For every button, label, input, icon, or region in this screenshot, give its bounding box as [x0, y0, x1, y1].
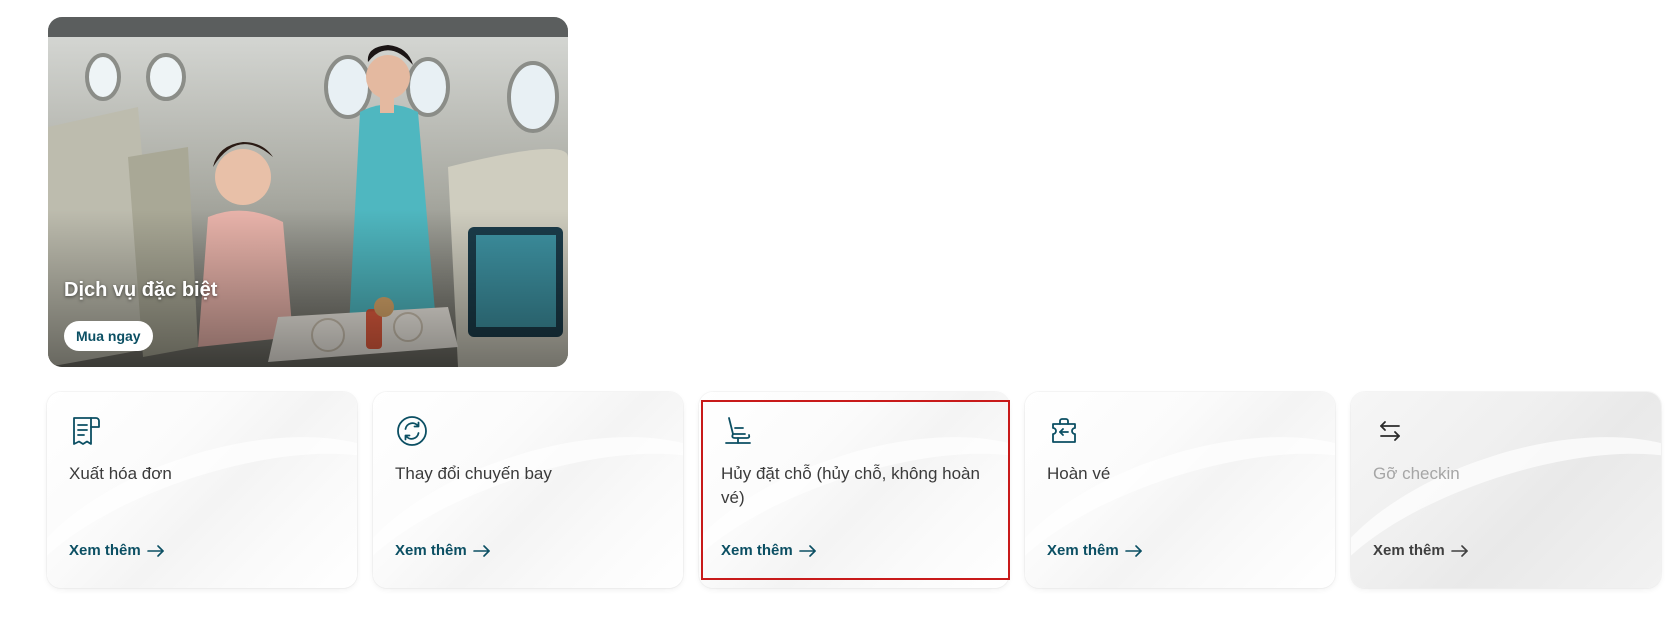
ticket-refund-icon — [1047, 414, 1081, 448]
arrow-right-icon — [1124, 544, 1142, 557]
page: Dịch vụ đặc biệt Mua ngay Xuất hóa đơn X… — [0, 0, 1679, 626]
see-more-link[interactable]: Xem thêm — [1047, 542, 1143, 559]
see-more-link[interactable]: Xem thêm — [721, 542, 817, 559]
see-more-label: Xem thêm — [69, 542, 141, 559]
arrow-right-icon — [798, 544, 816, 557]
swap-arrows-icon — [1373, 414, 1407, 448]
card-title: Xuất hóa đơn — [69, 464, 172, 483]
card-change-flight[interactable]: Thay đổi chuyến bay Xem thêm — [373, 392, 683, 588]
see-more-label: Xem thêm — [1373, 542, 1445, 559]
refresh-icon — [395, 414, 429, 448]
see-more-label: Xem thêm — [1047, 542, 1119, 559]
seat-icon — [721, 414, 755, 448]
promo-image — [48, 17, 568, 367]
card-refund[interactable]: Hoàn vé Xem thêm — [1025, 392, 1335, 588]
card-cancel-booking[interactable]: Hủy đặt chỗ (hủy chỗ, không hoàn vé) Xem… — [699, 392, 1009, 588]
arrow-right-icon — [1450, 544, 1468, 557]
promo-banner[interactable]: Dịch vụ đặc biệt Mua ngay — [48, 17, 568, 367]
card-title: Hoàn vé — [1047, 464, 1111, 483]
card-invoice[interactable]: Xuất hóa đơn Xem thêm — [47, 392, 357, 588]
arrow-right-icon — [472, 544, 490, 557]
card-title: Hủy đặt chỗ (hủy chỗ, không hoàn vé) — [721, 464, 980, 507]
arrow-right-icon — [146, 544, 164, 557]
card-title: Thay đổi chuyến bay — [395, 464, 552, 483]
receipt-icon — [69, 414, 103, 448]
see-more-link[interactable]: Xem thêm — [69, 542, 165, 559]
see-more-label: Xem thêm — [395, 542, 467, 559]
card-remove-checkin[interactable]: Gỡ checkin Xem thêm — [1351, 392, 1661, 588]
see-more-label: Xem thêm — [721, 542, 793, 559]
service-cards: Xuất hóa đơn Xem thêm Thay đổi chuyến ba… — [47, 392, 1665, 588]
card-title: Gỡ checkin — [1373, 464, 1460, 483]
promo-title: Dịch vụ đặc biệt — [64, 279, 218, 301]
see-more-link[interactable]: Xem thêm — [395, 542, 491, 559]
see-more-link[interactable]: Xem thêm — [1373, 542, 1469, 559]
buy-now-button[interactable]: Mua ngay — [64, 321, 153, 351]
